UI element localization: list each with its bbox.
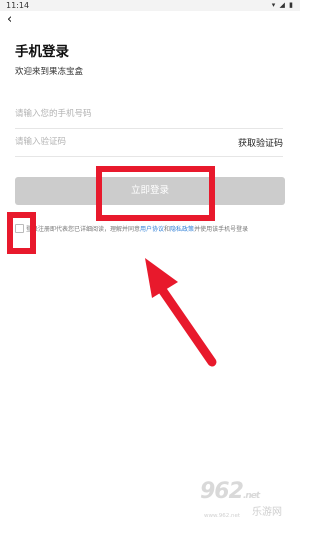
watermark-url: www.962.net: [204, 513, 241, 519]
watermark-logo-net: .net: [242, 491, 260, 501]
arrow-shaft: [158, 286, 217, 367]
arrow-head: [145, 258, 178, 298]
annotation-arrow: [145, 258, 217, 367]
watermark-name: 乐游网: [252, 507, 282, 518]
watermark: 962.net 乐游网 www.962.net: [200, 479, 292, 525]
watermark-logo: 962.net: [200, 479, 260, 504]
watermark-logo-number: 962: [200, 479, 244, 504]
